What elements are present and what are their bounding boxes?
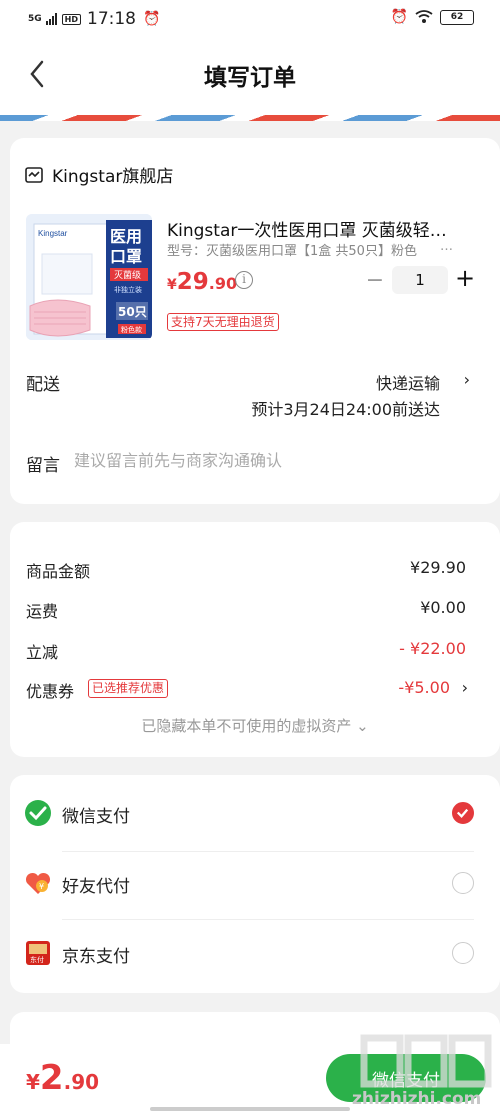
clock-time: 17:18 <box>87 9 136 29</box>
return-policy-tag: 支持7天无理由退货 <box>167 313 279 331</box>
page-title: 填写订单 <box>204 65 296 91</box>
coupon-value: -¥5.00 <box>398 678 450 697</box>
store-row[interactable]: Kingstar旗舰店 <box>24 162 173 187</box>
alarm-icon: ⏰ <box>390 9 408 25</box>
svg-text:¥: ¥ <box>39 882 44 891</box>
quantity-increase-button[interactable]: + <box>454 264 476 292</box>
freight-row: 运费 ¥0.00 <box>26 598 466 622</box>
product-spec[interactable]: 型号：灭菌级医用口罩【1盒 共50只】粉色 <box>167 240 457 259</box>
spec-more-indicator[interactable]: … <box>440 239 453 254</box>
hd-badge: HD <box>61 13 81 25</box>
product-price: ¥29.90 <box>167 269 238 295</box>
airmail-border <box>0 115 500 121</box>
mask-box-illustration: Kingstar 医用 口罩 灭菌级 非独立装 50只 粉色款 <box>26 214 152 340</box>
status-bar: 5G HD 17:18 ⏰ ⏰ 62 <box>0 0 500 38</box>
store-icon <box>25 166 43 183</box>
svg-text:东付: 东付 <box>30 955 44 964</box>
payment-method-card: 微信支付 ¥ 好友代付 东付 京东支付 <box>10 775 500 993</box>
hidden-assets-toggle[interactable]: 已隐藏本单不可使用的虚拟资产 ⌄ <box>10 715 500 736</box>
wechat-pay-icon <box>25 800 51 826</box>
payment-option-wechat[interactable]: 微信支付 <box>24 783 474 843</box>
home-indicator[interactable] <box>150 1107 350 1111</box>
discount-value: - ¥22.00 <box>399 639 466 658</box>
coupon-row[interactable]: 优惠券 已选推荐优惠 -¥5.00 › <box>26 678 468 702</box>
wifi-icon <box>415 10 433 23</box>
shipping-eta: 预计3月24日24:00前送达 <box>251 400 440 419</box>
battery-indicator: 62 <box>440 9 474 25</box>
watermark-text: zhizhizhi.com <box>352 1089 482 1109</box>
chevron-right-icon[interactable]: › <box>462 678 468 697</box>
divider <box>62 851 474 852</box>
discount-label: 立减 <box>26 643 59 662</box>
jd-pay-icon: 东付 <box>26 941 50 965</box>
product-image[interactable]: Kingstar 医用 口罩 灭菌级 非独立装 50只 粉色款 <box>26 214 152 340</box>
quantity-value[interactable]: 1 <box>392 266 448 294</box>
image-title-line1: 医用 <box>110 227 142 246</box>
goods-amount-row: 商品金额 ¥29.90 <box>26 558 466 582</box>
freight-value: ¥0.00 <box>420 598 466 617</box>
signal-icon <box>45 13 57 25</box>
page-header: 填写订单 <box>0 38 500 118</box>
network-indicator: 5G <box>28 13 42 24</box>
radio-checked-icon[interactable] <box>452 802 474 824</box>
image-count-text: 50只 <box>118 305 147 319</box>
product-title[interactable]: Kingstar一次性医用口罩 灭菌级轻… <box>167 216 467 241</box>
image-brand-text: Kingstar <box>38 229 68 238</box>
quantity-decrease-button[interactable]: − <box>365 268 385 293</box>
shipping-label: 配送 <box>26 375 60 395</box>
freight-label: 运费 <box>26 602 59 621</box>
radio-unchecked-icon[interactable] <box>452 942 474 964</box>
goods-amount-value: ¥29.90 <box>410 558 466 577</box>
payment-option-jd[interactable]: 东付 京东支付 <box>24 923 474 983</box>
payment-option-friend[interactable]: ¥ 好友代付 <box>24 853 474 913</box>
friend-pay-icon: ¥ <box>25 872 51 894</box>
discount-row: 立减 - ¥22.00 <box>26 639 466 663</box>
order-item-card: Kingstar旗舰店 Kingstar 医用 口罩 灭菌级 非独立装 50只 … <box>10 138 500 504</box>
note-input[interactable] <box>74 451 454 470</box>
store-name: Kingstar旗舰店 <box>52 167 174 187</box>
coupon-tag: 已选推荐优惠 <box>88 679 169 698</box>
alarm-icon: ⏰ <box>143 11 161 27</box>
goods-amount-label: 商品金额 <box>26 562 91 581</box>
amount-summary-card: 商品金额 ¥29.90 运费 ¥0.00 立减 - ¥22.00 优惠券 已选推… <box>10 522 500 757</box>
image-title-line2: 口罩 <box>110 247 142 266</box>
order-total: ¥2.90 <box>26 1058 100 1098</box>
payment-label: 京东支付 <box>62 947 130 967</box>
payment-label: 微信支付 <box>62 807 130 827</box>
coupon-label: 优惠券 <box>26 682 75 701</box>
divider <box>62 919 474 920</box>
payment-label: 好友代付 <box>62 877 130 897</box>
image-sub-text: 非独立装 <box>114 285 142 294</box>
image-strip-text: 粉色款 <box>121 325 142 334</box>
shipping-method[interactable]: 快递运输 <box>376 370 440 394</box>
chevron-right-icon[interactable]: › <box>464 370 470 389</box>
price-info-icon[interactable]: i <box>235 271 253 289</box>
note-label: 留言 <box>26 456 60 476</box>
radio-unchecked-icon[interactable] <box>452 872 474 894</box>
image-badge-text: 灭菌级 <box>114 269 141 281</box>
